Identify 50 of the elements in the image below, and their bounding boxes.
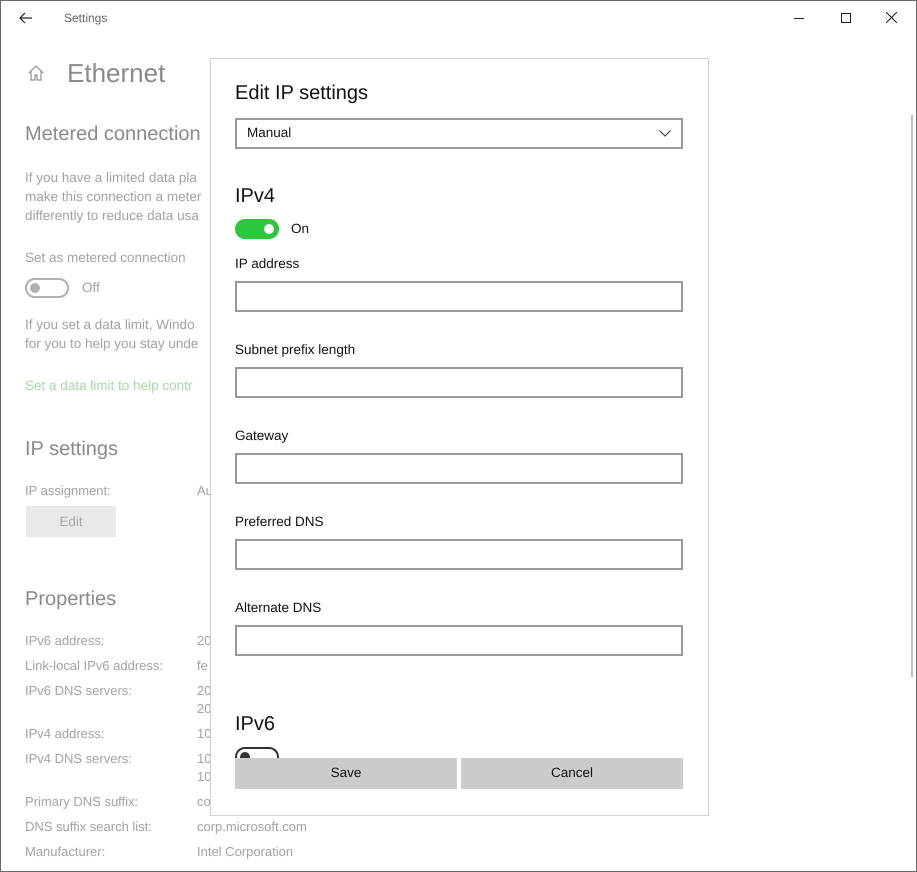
home-icon[interactable] <box>27 64 45 82</box>
property-label: Manufacturer: <box>25 843 106 862</box>
property-label: DNS suffix search list: <box>25 818 153 836</box>
dialog-title: Edit IP settings <box>235 81 368 106</box>
input-field[interactable] <box>235 625 683 656</box>
note-line: If you set a data limit, Windo <box>25 316 195 334</box>
note-line: for you to help you stay unde <box>25 335 198 354</box>
dialog-button[interactable]: Cancel <box>461 758 683 789</box>
toggle-label: Off <box>82 279 100 297</box>
close-icon[interactable] <box>886 12 897 23</box>
field-label: IP address <box>235 255 300 274</box>
field-label: Preferred DNS <box>235 513 324 532</box>
section-heading: Properties <box>25 587 116 612</box>
maximize-icon[interactable] <box>841 12 851 22</box>
window-title: Settings <box>64 10 108 26</box>
section-heading: Metered connection <box>25 122 201 147</box>
property-label: Primary DNS suffix: <box>25 793 140 812</box>
chevron-down-icon <box>659 130 671 137</box>
field-label: Gateway <box>235 427 288 446</box>
description-line: make this connection a meter <box>25 188 202 206</box>
toggle-switch[interactable] <box>235 219 279 240</box>
property-value: fe <box>197 657 208 676</box>
property-label: Link-local IPv6 address: <box>25 657 164 676</box>
mode-dropdown[interactable]: Manual <box>235 118 683 149</box>
field-label: IP assignment: <box>25 482 112 500</box>
input-field[interactable] <box>235 281 683 312</box>
scrollbar[interactable] <box>911 115 913 677</box>
property-value: corp.microsoft.com <box>197 818 307 836</box>
description-line: differently to reduce data usa <box>25 207 199 225</box>
input-field[interactable] <box>235 539 683 570</box>
property-label: IPv4 DNS servers: <box>25 750 133 768</box>
section-heading: IP settings <box>25 437 118 462</box>
toggle-label: On <box>291 220 310 238</box>
page-title: Ethernet <box>67 57 166 90</box>
field-label: Subnet prefix length <box>235 341 356 360</box>
property-value: Intel Corporation <box>197 843 294 862</box>
property-label: IPv6 DNS servers: <box>25 682 133 700</box>
property-value: co <box>197 793 211 812</box>
description-line: If you have a limited data pla <box>25 169 197 187</box>
input-field[interactable] <box>235 367 683 398</box>
toggle-caption: Set as metered connection <box>25 249 186 267</box>
input-field[interactable] <box>235 453 683 484</box>
section-heading: IPv4 <box>235 184 276 209</box>
back-arrow-icon[interactable] <box>19 12 33 24</box>
field-label: Alternate DNS <box>235 599 322 618</box>
toggle-switch[interactable] <box>25 278 69 298</box>
property-label: IPv6 address: <box>25 632 106 650</box>
dialog-button[interactable]: Save <box>235 758 457 789</box>
section-heading: IPv6 <box>235 712 276 738</box>
property-label: IPv4 address: <box>25 725 106 744</box>
